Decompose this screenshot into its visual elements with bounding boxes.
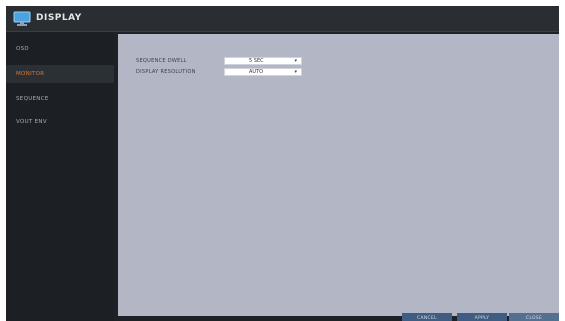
sequence-dwell-label: SEQUENCE DWELL bbox=[136, 58, 187, 64]
chevron-down-icon: ▾ bbox=[294, 58, 297, 64]
sidebar-item-sequence[interactable]: SEQUENCE bbox=[6, 90, 114, 108]
sidebar-item-label: VOUT ENV bbox=[16, 119, 47, 125]
display-resolution-select[interactable]: AUTO ▾ bbox=[224, 68, 302, 76]
display-resolution-value: AUTO bbox=[249, 69, 264, 75]
sidebar-item-vout-env[interactable]: VOUT ENV bbox=[6, 113, 114, 131]
sidebar: OSD MONITOR SEQUENCE VOUT ENV bbox=[6, 32, 114, 321]
chevron-down-icon: ▾ bbox=[294, 69, 297, 75]
title-bar: DISPLAY bbox=[6, 6, 559, 32]
sidebar-item-label: SEQUENCE bbox=[16, 96, 49, 102]
display-resolution-label: DISPLAY RESOLUTION bbox=[136, 69, 196, 75]
sidebar-item-monitor[interactable]: MONITOR bbox=[6, 65, 114, 83]
apply-button[interactable]: APPLY bbox=[457, 313, 507, 321]
sidebar-item-label: OSD bbox=[16, 46, 29, 52]
monitor-settings-panel: SEQUENCE DWELL 5 SEC ▾ DISPLAY RESOLUTIO… bbox=[118, 34, 559, 316]
sequence-dwell-value: 5 SEC bbox=[249, 58, 264, 64]
cancel-button[interactable]: CANCEL bbox=[402, 313, 452, 321]
monitor-icon bbox=[13, 11, 31, 27]
window-title: DISPLAY bbox=[36, 13, 82, 23]
sequence-dwell-select[interactable]: 5 SEC ▾ bbox=[224, 57, 302, 65]
display-window: DISPLAY OSD MONITOR SEQUENCE VOUT ENV SE… bbox=[6, 6, 559, 321]
close-button[interactable]: CLOSE bbox=[509, 313, 559, 321]
sidebar-item-label: MONITOR bbox=[16, 71, 45, 77]
sidebar-item-osd[interactable]: OSD bbox=[6, 40, 114, 58]
